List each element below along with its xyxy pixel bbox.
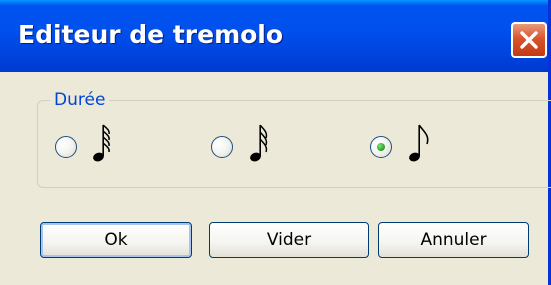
duration-radio-32nd[interactable] — [211, 136, 233, 158]
close-button[interactable] — [511, 22, 547, 58]
duration-radio-64th[interactable] — [55, 136, 77, 158]
duration-radio-16th[interactable] — [370, 136, 392, 158]
clear-button[interactable]: Vider — [209, 222, 369, 258]
tremolo-editor-dialog: Editeur de tremolo Durée Ok Vider Annule… — [0, 0, 551, 285]
radio-selected-dot — [377, 143, 385, 151]
window-title: Editeur de tremolo — [18, 20, 284, 49]
sixteenth-note-icon[interactable] — [408, 122, 432, 164]
ok-button[interactable]: Ok — [40, 222, 192, 258]
duration-groupbox — [37, 100, 551, 188]
sixty-fourth-note-icon[interactable] — [92, 122, 114, 164]
close-icon — [520, 31, 538, 49]
dialog-body: Durée Ok Vider Annuler — [0, 72, 551, 285]
title-bar[interactable]: Editeur de tremolo — [0, 0, 548, 72]
duration-group-label: Durée — [50, 90, 110, 110]
cancel-button[interactable]: Annuler — [378, 222, 529, 258]
thirty-second-note-icon[interactable] — [249, 122, 271, 164]
